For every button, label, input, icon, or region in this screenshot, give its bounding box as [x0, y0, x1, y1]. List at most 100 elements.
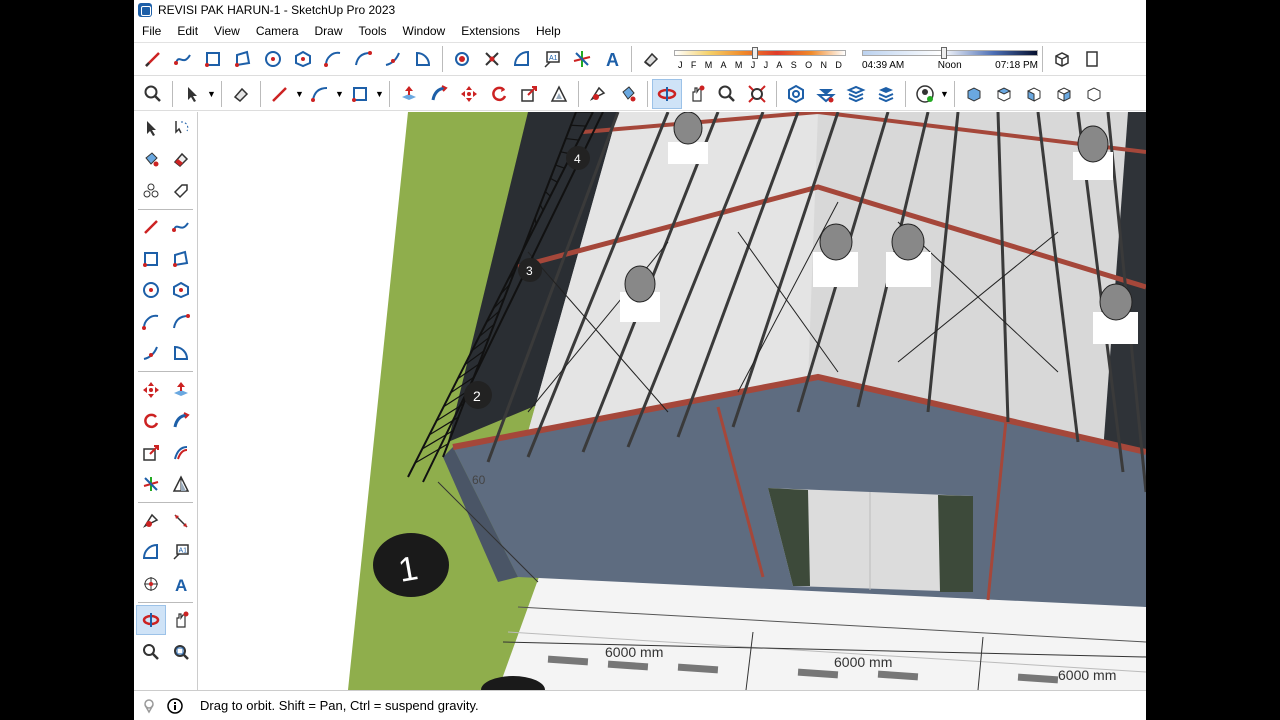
rotated-rectangle-icon[interactable]: [166, 244, 196, 274]
menu-tools[interactable]: Tools: [351, 24, 395, 38]
eraser-icon[interactable]: [636, 44, 666, 74]
position-camera-icon[interactable]: [447, 44, 477, 74]
menu-extensions[interactable]: Extensions: [453, 24, 528, 38]
top-view-icon[interactable]: [989, 79, 1019, 109]
time-slider-track[interactable]: [862, 46, 1038, 59]
paint-bucket-icon[interactable]: [613, 79, 643, 109]
3d-text-icon[interactable]: A: [597, 44, 627, 74]
push-pull-icon[interactable]: [394, 79, 424, 109]
menu-help[interactable]: Help: [528, 24, 569, 38]
time-slider-knob[interactable]: [941, 46, 948, 59]
follow-me-icon[interactable]: [424, 79, 454, 109]
circle-icon[interactable]: [136, 275, 166, 305]
move-icon[interactable]: [454, 79, 484, 109]
date-slider-knob[interactable]: [751, 47, 758, 59]
pie-icon[interactable]: [408, 44, 438, 74]
date-slider-track[interactable]: [674, 47, 846, 59]
axes-icon[interactable]: [567, 44, 597, 74]
offset-icon[interactable]: [544, 79, 574, 109]
arc-icon[interactable]: [136, 307, 166, 337]
shadow-time-slider[interactable]: 04:39 AM Noon 07:18 PM: [862, 46, 1038, 71]
freehand-icon[interactable]: [166, 212, 196, 242]
follow-me-icon[interactable]: [166, 406, 196, 436]
two-point-arc-icon[interactable]: [348, 44, 378, 74]
3d-text-icon[interactable]: A: [166, 569, 196, 599]
line-icon[interactable]: [136, 212, 166, 242]
info-icon[interactable]: [164, 695, 186, 717]
protractor-icon[interactable]: [136, 537, 166, 567]
right-view-icon[interactable]: [1049, 79, 1079, 109]
rotate-icon[interactable]: [484, 79, 514, 109]
pan-icon[interactable]: [682, 79, 712, 109]
geo-location-icon[interactable]: [138, 695, 160, 717]
styles-icon[interactable]: [841, 79, 871, 109]
three-point-arc-icon[interactable]: [136, 338, 166, 368]
zoom-extents-icon[interactable]: [742, 79, 772, 109]
circle-icon[interactable]: [258, 44, 288, 74]
three-point-arc-icon[interactable]: [378, 44, 408, 74]
arc-icon[interactable]: [318, 44, 348, 74]
orbit-icon[interactable]: [652, 78, 682, 109]
outliner-icon[interactable]: [1077, 44, 1107, 74]
rotate-icon[interactable]: [136, 406, 166, 436]
eraser-icon[interactable]: [166, 144, 196, 174]
user-icon[interactable]: [910, 79, 940, 109]
layers-icon[interactable]: [871, 79, 901, 109]
scale-icon[interactable]: [514, 79, 544, 109]
tag-icon[interactable]: [166, 176, 196, 206]
shadow-date-slider[interactable]: JFMAMJJASOND: [674, 47, 846, 70]
eraser-icon[interactable]: [226, 79, 256, 109]
scale-icon[interactable]: [136, 438, 166, 468]
chevron-down-icon[interactable]: ▼: [375, 89, 385, 99]
iso-view-icon[interactable]: [959, 79, 989, 109]
3d-axes-icon[interactable]: [136, 569, 166, 599]
orbit-icon[interactable]: [135, 605, 166, 636]
components-icon[interactable]: [781, 79, 811, 109]
materials-icon[interactable]: [811, 79, 841, 109]
text-icon[interactable]: A1: [166, 537, 196, 567]
pencil-icon[interactable]: [138, 44, 168, 74]
menu-edit[interactable]: Edit: [169, 24, 206, 38]
component-icon[interactable]: [136, 176, 166, 206]
menu-window[interactable]: Window: [395, 24, 454, 38]
zoom-window-icon[interactable]: [166, 637, 196, 667]
tape-measure-icon[interactable]: [583, 79, 613, 109]
rectangle-icon[interactable]: [198, 44, 228, 74]
chevron-down-icon[interactable]: ▼: [207, 89, 217, 99]
polygon-icon[interactable]: [166, 275, 196, 305]
axes-icon[interactable]: [136, 469, 166, 499]
menu-view[interactable]: View: [206, 24, 248, 38]
pie-icon[interactable]: [166, 338, 196, 368]
move-icon[interactable]: [136, 375, 166, 405]
chevron-down-icon[interactable]: ▼: [335, 89, 345, 99]
rotated-rectangle-icon[interactable]: [228, 44, 258, 74]
paint-bucket-icon[interactable]: [136, 144, 166, 174]
zoom-icon[interactable]: [136, 637, 166, 667]
warehouse-3d-model[interactable]: 4 3 2 1 60 6000 mm 6000 mm 6000 mm: [198, 112, 1146, 690]
protractor-icon[interactable]: [507, 44, 537, 74]
freehand-icon[interactable]: [168, 44, 198, 74]
line-icon[interactable]: [265, 79, 295, 109]
polygon-icon[interactable]: [288, 44, 318, 74]
zoom-icon[interactable]: [138, 79, 168, 109]
zoom-tool-icon[interactable]: [712, 79, 742, 109]
section-icon[interactable]: [166, 469, 196, 499]
offset-icon[interactable]: [166, 438, 196, 468]
select-icon[interactable]: [177, 79, 207, 109]
two-point-arc-icon[interactable]: [166, 307, 196, 337]
text-icon[interactable]: A1: [537, 44, 567, 74]
component-icon[interactable]: [1047, 44, 1077, 74]
menu-camera[interactable]: Camera: [248, 24, 307, 38]
rectangle-icon[interactable]: [136, 244, 166, 274]
front-view-icon[interactable]: [1019, 79, 1049, 109]
back-view-icon[interactable]: [1079, 79, 1109, 109]
push-pull-icon[interactable]: [166, 375, 196, 405]
arc-icon[interactable]: [305, 79, 335, 109]
chevron-down-icon[interactable]: ▼: [940, 89, 950, 99]
rectangle-icon[interactable]: [345, 79, 375, 109]
walk-icon[interactable]: [477, 44, 507, 74]
tape-measure-icon[interactable]: [136, 506, 166, 536]
chevron-down-icon[interactable]: ▼: [295, 89, 305, 99]
lasso-icon[interactable]: [166, 113, 196, 143]
pan-icon[interactable]: [166, 605, 196, 635]
